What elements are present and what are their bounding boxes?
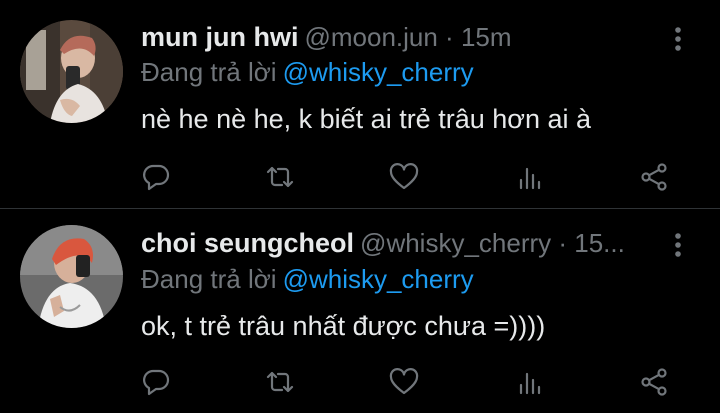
stats-icon [519,372,541,395]
avatar[interactable] [20,20,123,123]
stats-button[interactable] [513,160,547,194]
avatar[interactable] [20,225,123,328]
retweet-button[interactable] [263,365,297,399]
retweet-icon [266,166,294,188]
reply-icon [143,369,170,396]
tweet-text: nè he nè he, k biết ai trẻ trâu hơn ai à [141,104,591,134]
retweet-icon [266,371,294,393]
share-button[interactable] [637,160,671,194]
like-button[interactable] [387,160,421,194]
replying-to: Đang trả lời @whisky_cherry [141,56,474,88]
tweet-text: ok, t trẻ trâu nhất được chưa =)))) [141,311,546,341]
stats-icon [519,167,541,190]
share-icon [641,368,667,396]
like-icon [389,163,419,190]
replying-prefix: Đang trả lời [141,57,277,87]
replying-to: Đang trả lời @whisky_cherry [141,263,474,295]
like-button[interactable] [387,365,421,399]
more-vertical-icon[interactable] [666,228,690,262]
reply-button[interactable] [139,160,173,194]
action-bar [0,361,720,401]
stats-button[interactable] [513,365,547,399]
replying-prefix: Đang trả lời [141,264,277,294]
action-bar [0,156,720,196]
reply-button[interactable] [139,365,173,399]
display-name[interactable]: mun jun hwi [141,22,298,52]
retweet-button[interactable] [263,160,297,194]
more-vertical-icon[interactable] [666,22,690,56]
mention-link[interactable]: @whisky_cherry [283,264,474,294]
display-name[interactable]: choi seungcheol [141,228,354,258]
handle-and-time: @moon.jun · 15m [304,22,512,52]
tweet[interactable]: choi seungcheol @whisky_cherry · 15... Đa… [0,209,720,413]
share-icon [641,163,667,191]
mention-link[interactable]: @whisky_cherry [283,57,474,87]
tweet-header: choi seungcheol @whisky_cherry · 15... [141,226,658,260]
reply-icon [143,164,170,191]
handle-and-time: @whisky_cherry · 15... [360,228,625,258]
tweet-header: mun jun hwi @moon.jun · 15m [141,20,658,54]
share-button[interactable] [637,365,671,399]
like-icon [389,368,419,395]
tweet[interactable]: mun jun hwi @moon.jun · 15m Đang trả lời @… [0,0,720,208]
